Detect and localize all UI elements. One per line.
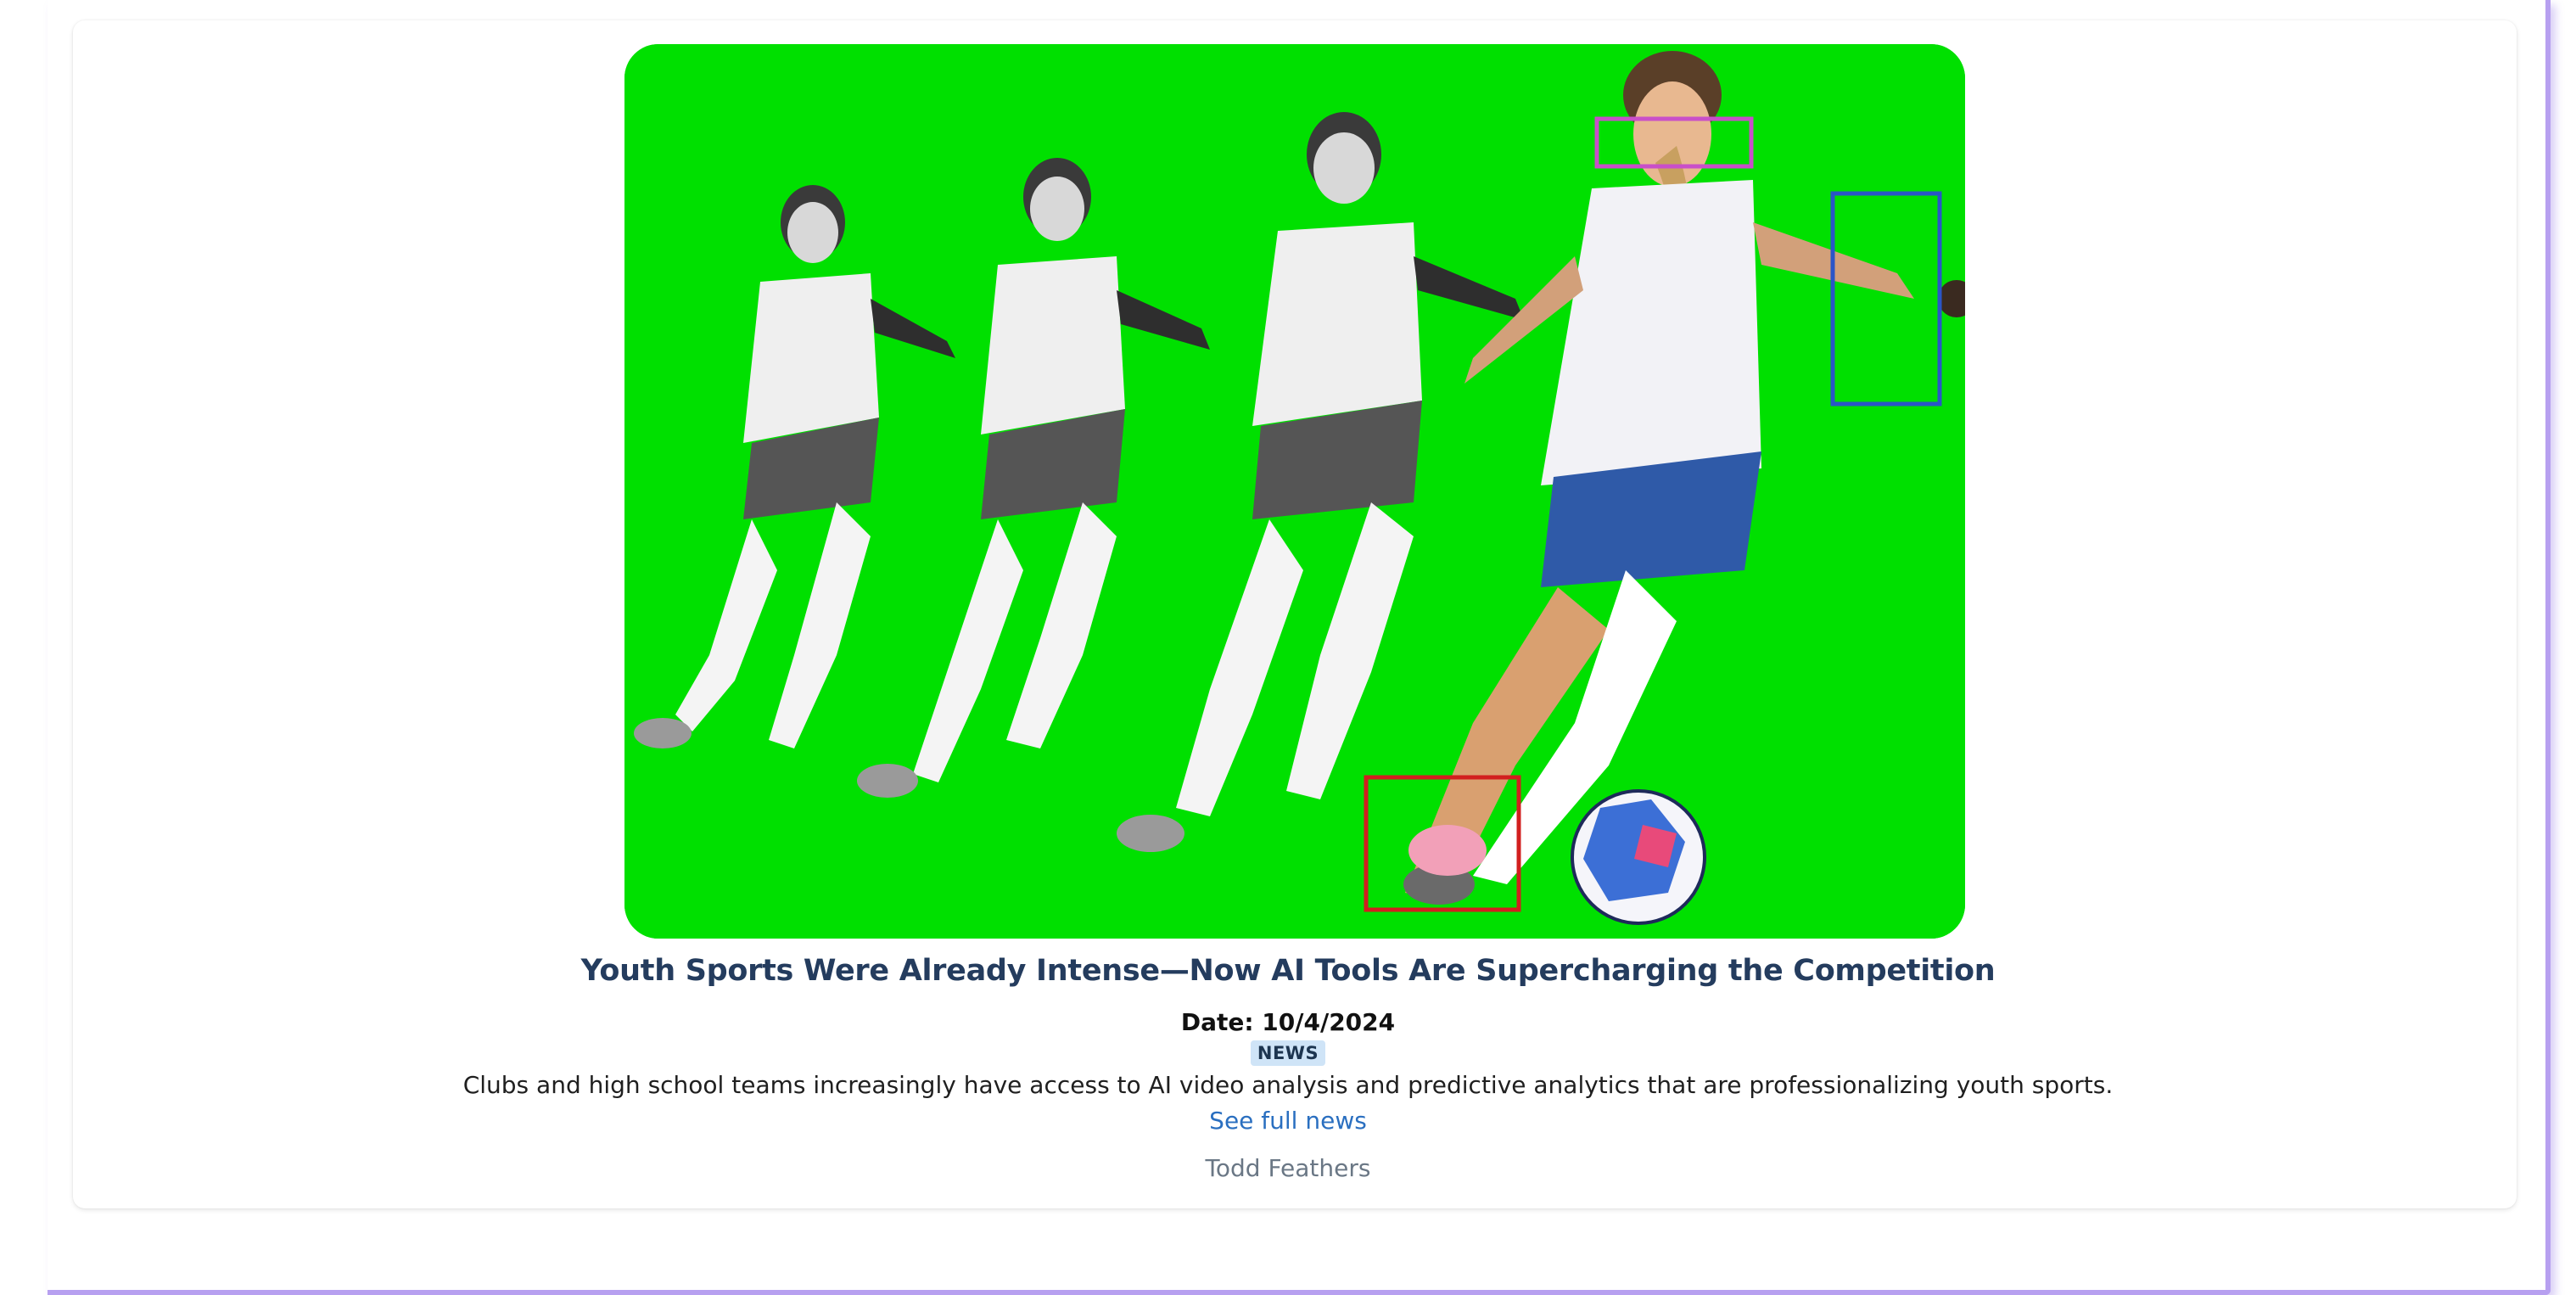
page: Youth Sports Were Already Intense—Now AI…: [0, 0, 2576, 1295]
category-badge-row: NEWS: [0, 1040, 2576, 1066]
category-badge: NEWS: [1250, 1040, 1326, 1066]
article-date: Date: 10/4/2024: [1180, 1008, 1396, 1036]
article-author: Todd Feathers: [1205, 1154, 1371, 1182]
soccer-ball: [1571, 789, 1706, 925]
article-summary: Clubs and high school teams increasingly…: [462, 1071, 2114, 1099]
see-full-news-link[interactable]: See full news: [0, 1107, 2576, 1135]
article-title: Youth Sports Were Already Intense—Now AI…: [580, 954, 1996, 988]
article-image[interactable]: [624, 44, 1965, 939]
